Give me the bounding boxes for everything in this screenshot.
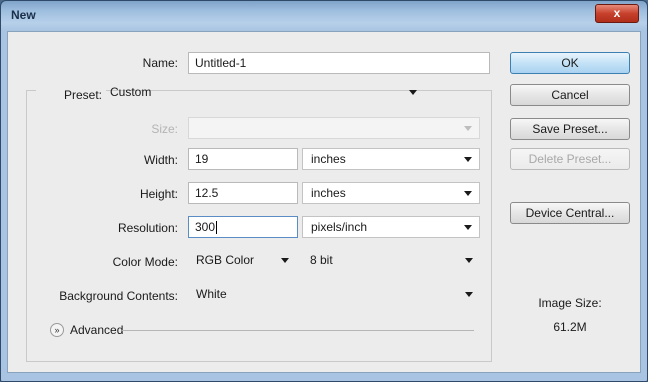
- height-input[interactable]: 12.5: [188, 182, 298, 204]
- bit-depth-select[interactable]: 8 bit: [302, 250, 480, 272]
- expand-chevron-icon[interactable]: »: [50, 323, 64, 337]
- height-unit-value: inches: [311, 186, 346, 200]
- bit-depth-value: 8 bit: [310, 253, 333, 267]
- background-contents-label: Background Contents:: [59, 289, 178, 303]
- save-preset-button[interactable]: Save Preset...: [510, 118, 630, 140]
- new-document-dialog: New x Name: Untitled-1 Preset: Custom Si…: [0, 0, 648, 382]
- resolution-unit-select[interactable]: pixels/inch: [302, 216, 480, 238]
- width-label: Width:: [143, 153, 178, 167]
- image-size-label: Image Size:: [538, 296, 602, 310]
- ok-button[interactable]: OK: [510, 52, 630, 74]
- size-select: [188, 117, 480, 139]
- preset-value: Custom: [110, 85, 152, 99]
- chevron-down-icon: [464, 126, 472, 131]
- window-title: New: [11, 8, 36, 22]
- background-contents-value: White: [196, 287, 227, 301]
- width-unit-select[interactable]: inches: [302, 148, 480, 170]
- color-mode-label: Color Mode:: [112, 255, 178, 269]
- chevron-down-icon: [409, 90, 417, 95]
- close-button[interactable]: x: [595, 4, 639, 23]
- close-icon: x: [613, 6, 621, 20]
- device-central-button[interactable]: Device Central...: [510, 202, 630, 224]
- title-bar[interactable]: New x: [1, 1, 647, 31]
- resolution-unit-value: pixels/inch: [311, 220, 368, 234]
- resolution-value: 300: [195, 220, 216, 234]
- color-mode-select[interactable]: RGB Color: [188, 250, 296, 272]
- text-caret: [216, 221, 218, 235]
- advanced-divider: [122, 330, 474, 331]
- chevron-down-icon: [464, 157, 472, 162]
- size-label: Size:: [151, 122, 178, 136]
- name-label: Name:: [142, 56, 178, 70]
- width-unit-value: inches: [311, 152, 346, 166]
- chevron-down-icon: [281, 258, 289, 263]
- name-input[interactable]: Untitled-1: [188, 52, 490, 74]
- image-size-value: 61.2M: [553, 320, 587, 334]
- delete-preset-button: Delete Preset...: [510, 148, 630, 170]
- width-input[interactable]: 19: [188, 148, 298, 170]
- background-contents-select[interactable]: White: [188, 284, 480, 306]
- chevron-down-icon: [465, 292, 473, 297]
- height-unit-select[interactable]: inches: [302, 182, 480, 204]
- preset-select[interactable]: Custom: [102, 82, 424, 104]
- chevron-down-icon: [464, 191, 472, 196]
- resolution-label: Resolution:: [117, 221, 178, 235]
- chevron-down-icon: [464, 225, 472, 230]
- advanced-label[interactable]: Advanced: [70, 323, 123, 337]
- dialog-body: Name: Untitled-1 Preset: Custom Size: Wi…: [7, 31, 641, 373]
- height-label: Height:: [139, 187, 178, 201]
- preset-label: Preset:: [36, 88, 106, 102]
- color-mode-value: RGB Color: [196, 253, 255, 267]
- resolution-input[interactable]: 300: [188, 216, 298, 238]
- cancel-button[interactable]: Cancel: [510, 84, 630, 106]
- chevron-down-icon: [465, 258, 473, 263]
